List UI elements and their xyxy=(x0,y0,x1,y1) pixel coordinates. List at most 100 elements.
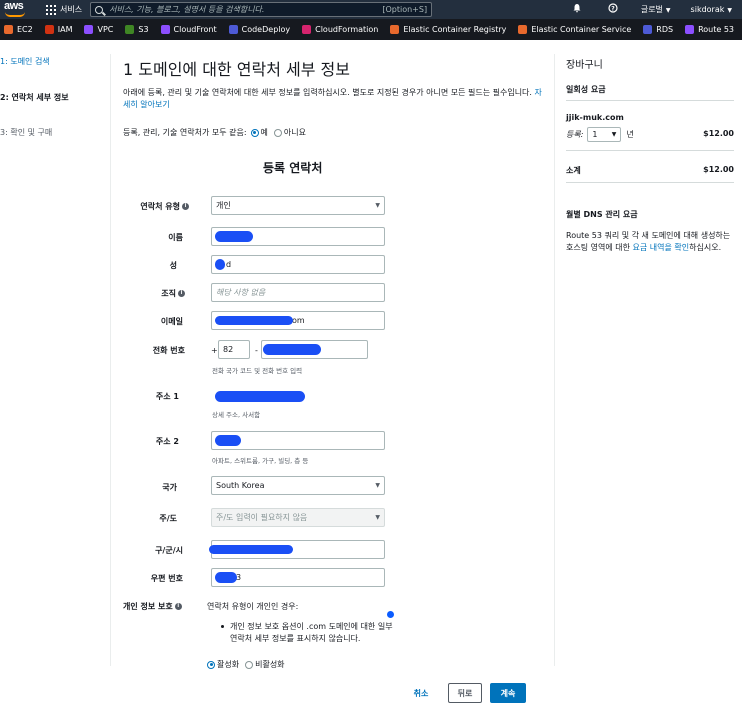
state-select: 주/도 입력이 필요하지 않음 ▼ xyxy=(211,508,385,527)
fav-cloudformation[interactable]: CloudFormation xyxy=(302,25,378,34)
radio-privacy-enable[interactable] xyxy=(207,660,215,669)
state-label: 주/도 xyxy=(159,514,177,523)
aws-logo-text: aws xyxy=(4,0,24,12)
fav-iam[interactable]: IAM xyxy=(44,25,73,34)
country-value: South Korea xyxy=(216,481,265,490)
aws-smile-icon xyxy=(5,12,25,17)
user-menu[interactable]: sikdorak ▼ xyxy=(681,5,742,14)
fav-label: Route 53 xyxy=(698,25,735,34)
country-label: 국가 xyxy=(162,483,177,492)
route53-icon xyxy=(685,25,695,34)
phone-hint: 전화 국가 코드 및 전화 번호 입력 xyxy=(212,367,303,375)
radio-same-yes[interactable] xyxy=(250,128,259,137)
register-label: 등록: xyxy=(566,130,584,139)
phone-country-code-input[interactable]: 82 xyxy=(218,340,250,359)
codedeploy-icon xyxy=(228,25,238,34)
bullet-dot xyxy=(221,625,224,628)
pricing-link[interactable]: 요금 내역을 확인 xyxy=(633,243,690,252)
intro-text: 아래에 등록, 관리 및 기술 연락처에 대한 세부 정보를 입력하십시오. 별… xyxy=(123,87,548,111)
last-name-input[interactable]: d xyxy=(211,255,385,274)
divider xyxy=(566,182,734,183)
fav-s3[interactable]: S3 xyxy=(125,25,149,34)
favorites-bar: EC2 IAM VPC S3 CloudFront CodeDeploy Clo… xyxy=(0,19,742,40)
redaction-mark xyxy=(209,545,293,554)
radio-no-label: 아니요 xyxy=(283,128,307,137)
region-selector[interactable]: 글로벌 ▼ xyxy=(631,4,681,15)
iam-icon xyxy=(44,25,54,34)
privacy-bullets: 개인 정보 보호 옵션이 .com 도메인에 대한 일부 연락처 세부 정보를 … xyxy=(221,621,401,645)
postal-label: 우편 번호 xyxy=(150,574,183,583)
user-label: sikdorak xyxy=(690,5,725,14)
intro-body: 아래에 등록, 관리 및 기술 연락처에 대한 세부 정보를 입력하십시오. 별… xyxy=(123,88,532,97)
list-item: 개인 정보 보호 옵션이 .com 도메인에 대한 일부 연락처 세부 정보를 … xyxy=(221,621,401,645)
postal-input[interactable]: 3 xyxy=(211,568,385,587)
privacy-bullet-text: 개인 정보 보호 옵션이 .com 도메인에 대한 일부 연락처 세부 정보를 … xyxy=(230,622,393,643)
dns-text-post: 하십시오. xyxy=(689,243,722,252)
step-review-purchase: 3: 확인 및 구매 xyxy=(0,128,53,137)
fav-ecr[interactable]: Elastic Container Registry xyxy=(390,25,506,34)
divider xyxy=(554,54,555,666)
privacy-label-text: 개인 정보 보호 xyxy=(123,602,173,611)
ec2-icon xyxy=(4,25,13,34)
phone-plus: + xyxy=(211,346,218,355)
step-domain-search[interactable]: 1: 도메인 검색 xyxy=(0,56,50,67)
contact-type-select[interactable]: 개인 ▼ xyxy=(211,196,385,215)
cancel-button[interactable]: 취소 xyxy=(402,683,440,703)
redaction-mark xyxy=(215,231,253,242)
privacy-disable-label: 비활성화 xyxy=(255,660,285,669)
caret-down-icon: ▼ xyxy=(375,202,380,209)
radio-same-no[interactable] xyxy=(273,128,282,137)
fav-ec2[interactable]: EC2 xyxy=(4,25,33,34)
vpc-icon xyxy=(84,25,94,34)
email-value: om xyxy=(292,316,305,325)
contact-type-value: 개인 xyxy=(216,201,231,210)
same-contacts-row: 등록, 관리, 기술 연락처가 모두 같음: 예 아니요 xyxy=(123,127,306,138)
first-name-label: 이름 xyxy=(168,233,183,242)
aws-logo[interactable]: aws xyxy=(4,0,34,19)
subtotal-price: $12.00 xyxy=(703,165,734,174)
country-select[interactable]: South Korea ▼ xyxy=(211,476,385,495)
years-value: 1 xyxy=(592,130,598,139)
fav-ecs[interactable]: Elastic Container Service xyxy=(518,25,631,34)
organization-input[interactable]: 해당 사항 없음 xyxy=(211,283,385,302)
back-button[interactable]: 뒤로 xyxy=(448,683,482,703)
bell-icon[interactable] xyxy=(559,3,595,16)
section-title: 등록 연락처 xyxy=(263,161,323,175)
years-select[interactable]: 1 ▼ xyxy=(587,127,622,142)
last-name-value: d xyxy=(226,260,232,269)
fav-label: VPC xyxy=(97,25,114,34)
phone-country-code-value: 82 xyxy=(223,345,234,354)
fav-vpc[interactable]: VPC xyxy=(84,25,113,34)
fav-label: CodeDeploy xyxy=(241,25,291,34)
caret-down-icon: ▼ xyxy=(375,482,380,489)
fav-route53[interactable]: Route 53 xyxy=(685,25,734,34)
ecs-icon xyxy=(518,25,528,34)
search-input[interactable]: 서비스, 기능, 블로그, 설명서 등을 검색합니다. [Option+S] xyxy=(90,2,433,17)
continue-button[interactable]: 계속 xyxy=(490,683,526,703)
fav-codedeploy[interactable]: CodeDeploy xyxy=(228,25,291,34)
search-placeholder: 서비스, 기능, 블로그, 설명서 등을 검색합니다. xyxy=(109,5,265,14)
cursor-marker xyxy=(387,611,394,618)
phone-label: 전화 번호 xyxy=(152,346,185,355)
caret-down-icon: ▼ xyxy=(375,514,380,521)
register-row: 등록: 1 ▼ 년 xyxy=(566,127,634,142)
ecr-icon xyxy=(390,25,400,34)
same-contacts-label: 등록, 관리, 기술 연락처가 모두 같음: xyxy=(123,128,247,137)
radio-yes-label: 예 xyxy=(260,128,268,137)
fav-cloudfront[interactable]: CloudFront xyxy=(160,25,217,34)
privacy-intro: 연락처 유형이 개인인 경우: xyxy=(207,602,299,611)
radio-privacy-disable[interactable] xyxy=(245,660,254,669)
privacy-enable-label: 활성화 xyxy=(217,660,240,669)
fav-label: IAM xyxy=(57,25,73,34)
rds-icon xyxy=(643,25,653,34)
fav-rds[interactable]: RDS xyxy=(643,25,673,34)
s3-icon xyxy=(125,25,135,34)
info-icon[interactable]: i xyxy=(182,203,189,210)
info-icon[interactable]: i xyxy=(174,603,182,610)
search-shortcut: [Option+S] xyxy=(382,5,428,14)
fav-label: RDS xyxy=(656,25,674,34)
info-icon[interactable]: i xyxy=(178,290,185,297)
services-menu[interactable]: 서비스 xyxy=(46,4,82,15)
domain-price: $12.00 xyxy=(703,129,734,138)
help-icon[interactable]: ? xyxy=(595,3,631,16)
